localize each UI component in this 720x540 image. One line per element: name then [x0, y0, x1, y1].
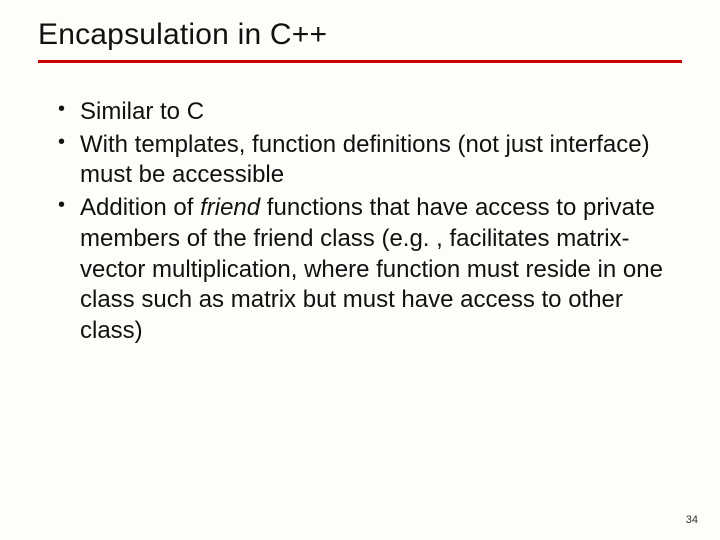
- title-underline: [38, 60, 682, 63]
- page-number: 34: [686, 514, 698, 526]
- bullet-item: Similar to C: [58, 97, 682, 128]
- bullet-text-emph-friend: friend: [200, 194, 260, 221]
- slide: Encapsulation in C++ Similar to C With t…: [0, 0, 720, 540]
- slide-title: Encapsulation in C++: [38, 18, 682, 52]
- bullet-list: Similar to C With templates, function de…: [38, 97, 682, 347]
- bullet-item: With templates, function definitions (no…: [58, 130, 682, 191]
- bullet-text-pre: Addition of: [80, 194, 200, 221]
- bullet-item: Addition of friend functions that have a…: [58, 193, 682, 347]
